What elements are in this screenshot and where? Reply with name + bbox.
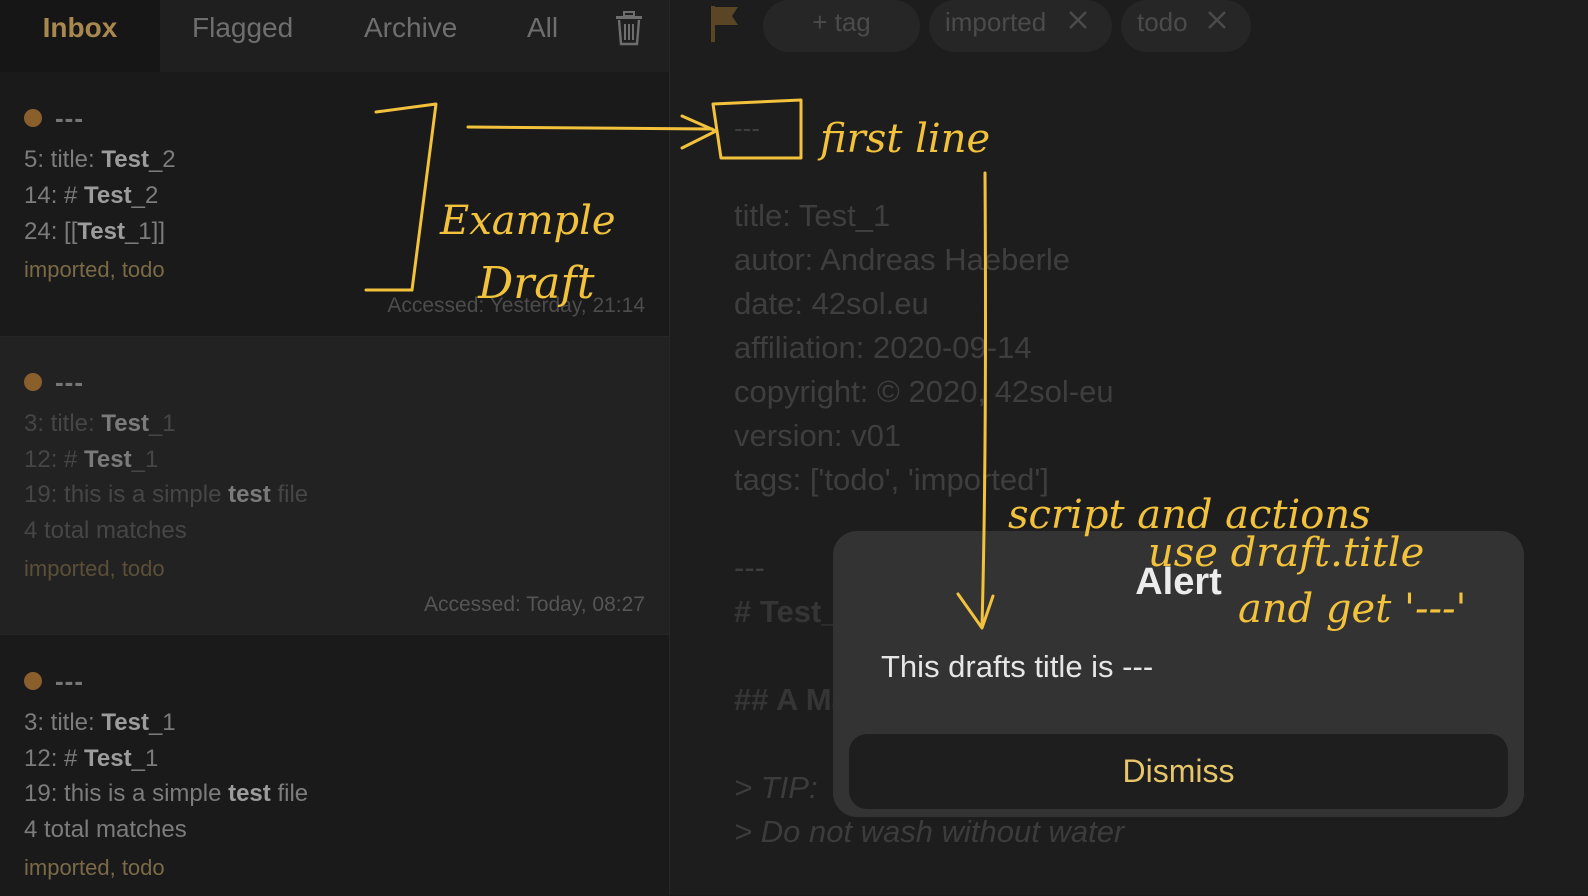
editor-line: title: Test_1 [734, 198, 891, 233]
draft-card-title: --- [24, 103, 84, 134]
close-icon[interactable] [1068, 10, 1088, 30]
draft-tags: imported, todo [24, 855, 165, 880]
list-tab-bar: Inbox Flagged Archive All [0, 0, 669, 72]
match-line: 24: [[Test_1]] [24, 218, 165, 245]
draft-list-pane: Inbox Flagged Archive All --- 5: title: … [0, 0, 669, 896]
dismiss-button[interactable]: Dismiss [849, 734, 1508, 809]
trash-icon[interactable] [614, 10, 644, 46]
editor-first-line: --- [734, 113, 760, 143]
editor-line: version: v01 [734, 418, 902, 453]
tab-inbox[interactable]: Inbox [0, 0, 160, 72]
tag-chip-imported[interactable]: imported [929, 0, 1112, 52]
match-count: 4 total matches [24, 816, 187, 843]
editor-line: affiliation: 2020-09-14 [734, 330, 1032, 365]
draft-card[interactable]: --- 3: title: Test_1 12: # Test_1 19: th… [0, 336, 669, 635]
editor-line: date: 42sol.eu [734, 286, 929, 321]
flag-icon[interactable] [708, 4, 740, 42]
editor-quote: > TIP: [734, 770, 818, 805]
tag-chip-label: todo [1137, 7, 1188, 37]
add-tag-button[interactable]: + tag [763, 0, 920, 52]
match-line: 5: title: Test_2 [24, 146, 176, 173]
status-dot [24, 672, 42, 691]
editor-line: --- [734, 550, 765, 585]
draft-title-text: --- [55, 367, 84, 397]
status-dot [24, 109, 42, 128]
alert-dialog: Alert This drafts title is --- Dismiss [833, 531, 1524, 817]
close-icon[interactable] [1207, 10, 1227, 30]
accessed-timestamp: Accessed: Yesterday, 21:14 [387, 294, 645, 317]
status-dot [24, 373, 42, 392]
draft-title-text: --- [55, 666, 84, 696]
draft-card-selected[interactable]: --- 5: title: Test_2 14: # Test_2 24: [[… [0, 72, 669, 336]
match-line: 14: # Test_2 [24, 182, 159, 209]
alert-message: This drafts title is --- [881, 649, 1154, 684]
draft-card[interactable]: --- 3: title: Test_1 12: # Test_1 19: th… [0, 634, 669, 896]
editor-line: tags: ['todo', 'imported'] [734, 462, 1049, 497]
drafts-app: Inbox Flagged Archive All --- 5: title: … [0, 0, 1588, 896]
draft-title-text: --- [55, 103, 84, 133]
draft-card-title: --- [24, 367, 84, 398]
tag-chip-label: imported [945, 7, 1047, 37]
match-line: 12: # Test_1 [24, 745, 159, 772]
editor-line: autor: Andreas Haeberle [734, 242, 1071, 277]
match-line: 12: # Test_1 [24, 446, 159, 473]
tab-all[interactable]: All [527, 0, 558, 72]
editor-quote: > Do not wash without water [734, 814, 1125, 849]
alert-title: Alert [1135, 561, 1222, 603]
editor-line: copyright: © 2020, 42sol-eu [734, 374, 1114, 409]
tab-flagged[interactable]: Flagged [192, 0, 293, 72]
accessed-timestamp: Accessed: Today, 08:27 [423, 593, 645, 616]
tag-chip-todo[interactable]: todo [1121, 0, 1251, 52]
draft-tags: imported, todo [24, 556, 165, 581]
tab-archive[interactable]: Archive [364, 0, 457, 72]
draft-card-title: --- [24, 666, 84, 697]
match-line: 19: this is a simple test file [24, 780, 309, 807]
match-line: 3: title: Test_1 [24, 709, 176, 736]
match-line: 19: this is a simple test file [24, 481, 309, 508]
match-count: 4 total matches [24, 517, 187, 544]
match-line: 3: title: Test_1 [24, 410, 176, 437]
draft-tags: imported, todo [24, 257, 165, 282]
